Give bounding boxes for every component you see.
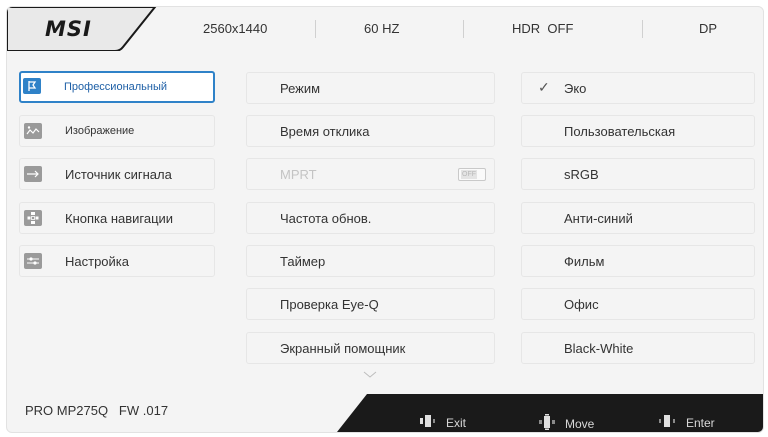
- option-response-time[interactable]: Время отклика: [246, 115, 495, 147]
- menu-item-input-source[interactable]: Источник сигнала: [19, 158, 215, 190]
- chevron-down-icon[interactable]: [363, 371, 377, 379]
- option-mprt: MPRT OFF: [246, 158, 495, 190]
- menu-item-navigation-key[interactable]: Кнопка навигации: [19, 202, 215, 234]
- input-status: DP: [699, 21, 718, 36]
- mode-eco[interactable]: ✓ Эко: [521, 72, 755, 104]
- menu-label: Профессиональный: [64, 81, 168, 93]
- joystick-press-icon: [658, 414, 676, 431]
- mode-label: Анти-синий: [564, 211, 633, 226]
- menu-label: Настройка: [65, 253, 129, 269]
- refresh-rate-status: 60 HZ: [364, 21, 400, 36]
- mode-srgb[interactable]: sRGB: [521, 158, 755, 190]
- option-label: Таймер: [280, 254, 326, 269]
- option-eye-q-check[interactable]: Проверка Eye-Q: [246, 288, 495, 320]
- flag-icon: [23, 78, 41, 94]
- mode-office[interactable]: Офис: [521, 288, 755, 320]
- exit-label: Exit: [446, 415, 467, 430]
- mode-label: Black-White: [564, 341, 634, 356]
- mprt-toggle: OFF: [458, 168, 486, 181]
- mode-label: Пользовательская: [564, 124, 676, 139]
- mode-anti-blue[interactable]: Анти-синий: [521, 202, 755, 234]
- option-screen-assistance[interactable]: Экранный помощник: [246, 332, 495, 364]
- joystick-move-icon: [539, 414, 555, 432]
- option-label: Экранный помощник: [280, 341, 406, 356]
- menu-item-professional[interactable]: Профессиональный: [19, 71, 215, 103]
- mode-label: Фильм: [564, 254, 605, 269]
- image-icon: [24, 123, 42, 139]
- arrow-right-icon: [24, 166, 42, 182]
- toggle-state: OFF: [461, 170, 477, 179]
- resolution-status: 2560x1440: [203, 21, 268, 36]
- option-timer[interactable]: Таймер: [246, 245, 495, 277]
- option-label: Проверка Eye-Q: [280, 297, 379, 312]
- mode-black-white[interactable]: Black-White: [521, 332, 755, 364]
- mode-label: Эко: [564, 81, 587, 96]
- menu-item-image[interactable]: Изображение: [19, 115, 215, 147]
- move-control[interactable]: Move: [539, 414, 595, 432]
- header-divider: [315, 20, 316, 38]
- option-refresh-rate[interactable]: Частота обнов.: [246, 202, 495, 234]
- menu-item-settings[interactable]: Настройка: [19, 245, 215, 277]
- mode-label: sRGB: [564, 167, 599, 182]
- menu-label: Источник сигнала: [65, 166, 172, 182]
- option-label: Режим: [280, 81, 321, 96]
- enter-label: Enter: [686, 415, 715, 430]
- osd-panel: MSI 2560x1440 60 HZ HDR OFF DP Профессио…: [6, 6, 764, 433]
- move-label: Move: [565, 416, 595, 431]
- option-label: Время отклика: [280, 124, 370, 139]
- exit-control[interactable]: Exit: [420, 414, 466, 431]
- option-mode[interactable]: Режим: [246, 72, 495, 104]
- check-icon: ✓: [538, 79, 550, 95]
- header-divider: [463, 20, 464, 38]
- msi-logo: MSI: [45, 17, 92, 41]
- mode-label: Офис: [564, 297, 599, 312]
- menu-label: Кнопка навигации: [65, 210, 174, 226]
- hdr-status: HDR OFF: [512, 21, 574, 36]
- mode-user[interactable]: Пользовательская: [521, 115, 755, 147]
- enter-control[interactable]: Enter: [658, 414, 715, 431]
- joystick-left-icon: [420, 414, 436, 431]
- footer-bar: [7, 394, 763, 432]
- settings-sliders-icon: [24, 253, 42, 269]
- option-label: MPRT: [280, 167, 317, 182]
- logo-tab: MSI: [7, 7, 157, 51]
- header-divider: [642, 20, 643, 38]
- menu-label: Изображение: [65, 125, 135, 137]
- mode-movie[interactable]: Фильм: [521, 245, 755, 277]
- option-label: Частота обнов.: [280, 211, 372, 226]
- navigation-icon: [24, 210, 42, 226]
